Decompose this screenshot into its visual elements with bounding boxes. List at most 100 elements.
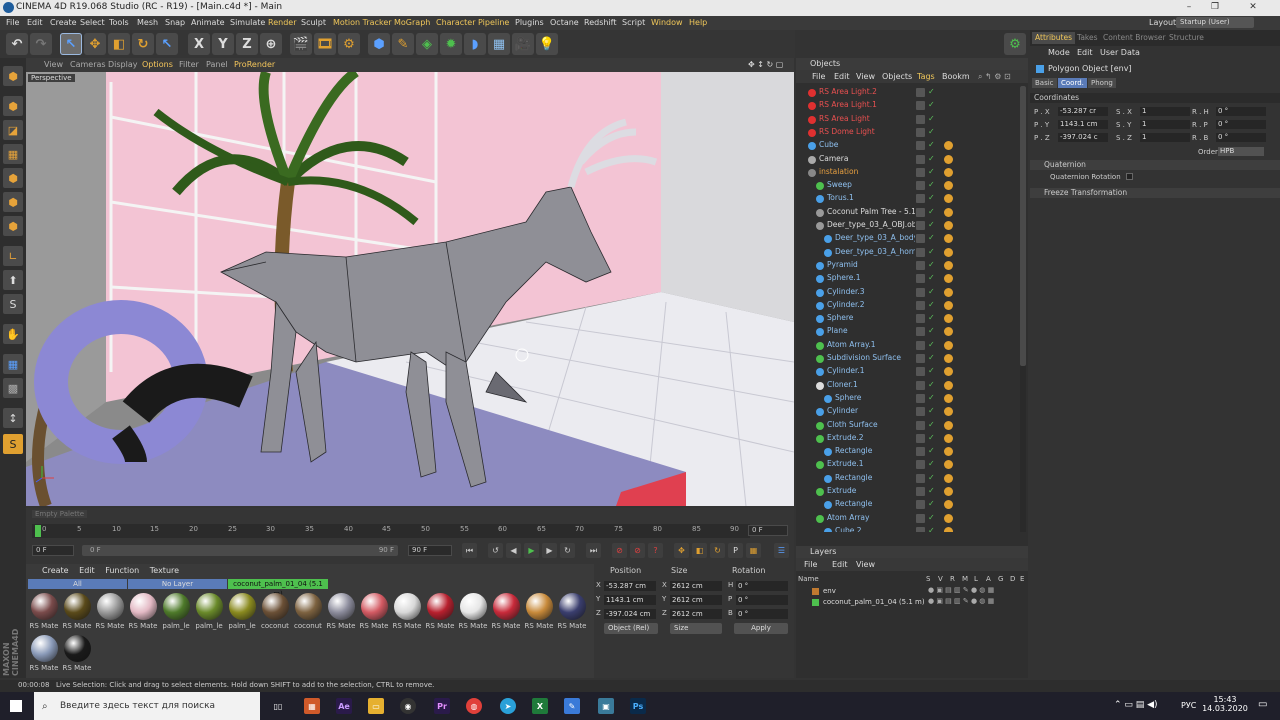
tray-icons[interactable]: ⌃ ▭ ▤ ◀) — [1114, 700, 1158, 710]
object-row[interactable]: Camera ✓ — [804, 153, 1018, 166]
object-row[interactable]: Sweep ✓ — [804, 179, 1018, 192]
visibility-toggle-icon[interactable] — [916, 526, 925, 532]
rotation-field[interactable]: 0 ° — [1216, 120, 1266, 129]
material-swatch[interactable]: RS Mate — [424, 592, 456, 634]
object-row[interactable]: Atom Array ✓ — [804, 512, 1018, 525]
material-swatch[interactable]: RS Mate — [61, 592, 93, 634]
rotation-field[interactable]: 0 ° — [1216, 133, 1266, 142]
subtab-basic[interactable]: Basic — [1032, 78, 1057, 88]
telegram-icon[interactable]: ➤ — [500, 698, 516, 714]
object-row[interactable]: Rectangle ✓ — [804, 472, 1018, 485]
search-icon[interactable]: ⌕ ↰ ⚙ ⊡ — [978, 72, 1011, 82]
object-row[interactable]: Deer_type_03_A_horns ✓ — [804, 246, 1018, 259]
texture-tag-icon[interactable] — [944, 247, 953, 257]
render-settings-icon[interactable]: ⚙ — [338, 33, 360, 55]
material-menu-function[interactable]: Function — [105, 566, 139, 575]
texture-tag-icon[interactable] — [944, 141, 953, 151]
material-swatch[interactable]: RS Mate — [94, 592, 126, 634]
enabled-check-icon[interactable]: ✓ — [928, 366, 935, 375]
material-swatch[interactable]: RS Mate — [127, 592, 159, 634]
enabled-check-icon[interactable]: ✓ — [928, 499, 935, 508]
play-icon[interactable]: ▶ — [524, 543, 539, 558]
layer-row[interactable]: coconut_palm_01_04 (5.1 m) ● ▣ ▤ ▥ ✎ ● ◍… — [796, 597, 1028, 608]
y-axis-lock[interactable]: Y — [212, 33, 234, 55]
texture-tag-icon[interactable] — [944, 260, 953, 270]
texture-tag-icon[interactable] — [944, 274, 953, 284]
position-x-field[interactable]: -53.287 cm — [604, 581, 656, 591]
texture-tag-icon[interactable] — [944, 181, 953, 191]
points-mode-icon[interactable]: ⬢ — [3, 168, 23, 188]
material-swatch[interactable]: RS Mate — [457, 592, 489, 634]
position-field[interactable]: 1143.1 cm — [1058, 120, 1108, 129]
tweak-mode-icon[interactable]: ⬆ — [3, 270, 23, 290]
attr-menu-user-data[interactable]: User Data — [1100, 48, 1140, 57]
axis-mode-icon[interactable]: ∟ — [3, 246, 23, 266]
menu-select[interactable]: Select — [80, 18, 105, 27]
texture-tag-icon[interactable] — [944, 380, 953, 390]
quaternion-section[interactable]: Quaternion — [1030, 160, 1280, 170]
render-view-icon[interactable]: 🎬 — [290, 33, 312, 55]
texture-tag-icon[interactable] — [944, 167, 953, 177]
playhead[interactable] — [35, 525, 41, 537]
rotation-h-field[interactable]: 0 ° — [736, 581, 788, 591]
enabled-check-icon[interactable]: ✓ — [928, 154, 935, 163]
close-button[interactable]: ✕ — [1240, 0, 1266, 16]
next-key-icon[interactable]: ↻ — [560, 543, 575, 558]
enabled-check-icon[interactable]: ✓ — [928, 193, 935, 202]
sculpt-grid-icon[interactable]: ▦ — [3, 354, 23, 374]
material-menu-edit[interactable]: Edit — [79, 566, 95, 575]
taskbar-search-input[interactable]: Введите здесь текст для поиска — [34, 692, 260, 720]
object-row[interactable]: Atom Array.1 ✓ — [804, 339, 1018, 352]
rotation-field[interactable]: 0 ° — [1216, 107, 1266, 116]
order-select[interactable]: HPB — [1218, 147, 1264, 156]
enabled-check-icon[interactable]: ✓ — [928, 380, 935, 389]
subtab-phong[interactable]: Phong — [1088, 78, 1116, 88]
enabled-check-icon[interactable]: ✓ — [928, 220, 935, 229]
texture-tag-icon[interactable] — [944, 433, 953, 443]
viewport-menu-view[interactable]: View — [44, 60, 63, 69]
tab-takes[interactable]: Takes — [1074, 32, 1101, 44]
material-swatch[interactable]: palm_le — [193, 592, 225, 634]
texture-tag-icon[interactable] — [944, 367, 953, 377]
layer-tab-all[interactable]: All — [28, 579, 127, 589]
texture-tag-icon[interactable] — [944, 473, 953, 483]
material-swatch[interactable]: RS Mate — [556, 592, 588, 634]
viewport-menu-cameras[interactable]: Cameras — [70, 60, 106, 69]
lock-workplane-icon[interactable]: ▩ — [3, 378, 23, 398]
layer-menu-edit[interactable]: Edit — [832, 560, 848, 569]
photoshop-icon[interactable]: Ps — [630, 698, 646, 714]
current-frame-field[interactable]: 0 F — [748, 525, 788, 536]
texture-tag-icon[interactable] — [944, 526, 953, 532]
enabled-check-icon[interactable]: ✓ — [928, 114, 935, 123]
menu-snap[interactable]: Snap — [165, 18, 185, 27]
visibility-toggle-icon[interactable] — [916, 274, 925, 284]
after-effects-icon[interactable]: Ae — [336, 698, 352, 714]
menu-create[interactable]: Create — [50, 18, 77, 27]
visibility-toggle-icon[interactable] — [916, 327, 925, 337]
texture-tag-icon[interactable] — [944, 194, 953, 204]
minimize-button[interactable]: – — [1176, 0, 1202, 16]
layer-menu-view[interactable]: View — [856, 560, 875, 569]
enabled-check-icon[interactable]: ✓ — [928, 233, 935, 242]
rotate-icon[interactable]: ↻ — [132, 33, 154, 55]
prev-key-icon[interactable]: ↺ — [488, 543, 503, 558]
quaternion-rotation-checkbox[interactable] — [1126, 173, 1133, 180]
texture-tag-icon[interactable] — [944, 447, 953, 457]
object-row[interactable]: Plane ✓ — [804, 325, 1018, 338]
timeline-menu-icon[interactable]: ☰ — [774, 543, 789, 558]
enabled-check-icon[interactable]: ✓ — [928, 473, 935, 482]
rotation-b-field[interactable]: 0 ° — [736, 609, 788, 619]
visibility-toggle-icon[interactable] — [916, 194, 925, 204]
object-row[interactable]: RS Area Light ✓ — [804, 113, 1018, 126]
enabled-check-icon[interactable]: ✓ — [928, 140, 935, 149]
goto-end-icon[interactable]: ⏭ — [586, 543, 601, 558]
coordinate-system-icon[interactable]: ⊕ — [260, 33, 282, 55]
texture-tag-icon[interactable] — [944, 287, 953, 297]
material-swatch[interactable]: RS Mate — [325, 592, 357, 634]
visibility-toggle-icon[interactable] — [916, 127, 925, 137]
enabled-check-icon[interactable]: ✓ — [928, 433, 935, 442]
viewport-menu-options[interactable]: Options — [142, 60, 173, 69]
visibility-toggle-icon[interactable] — [916, 101, 925, 111]
model-mode-icon[interactable]: ⬢ — [3, 96, 23, 116]
object-row[interactable]: Rectangle ✓ — [804, 445, 1018, 458]
